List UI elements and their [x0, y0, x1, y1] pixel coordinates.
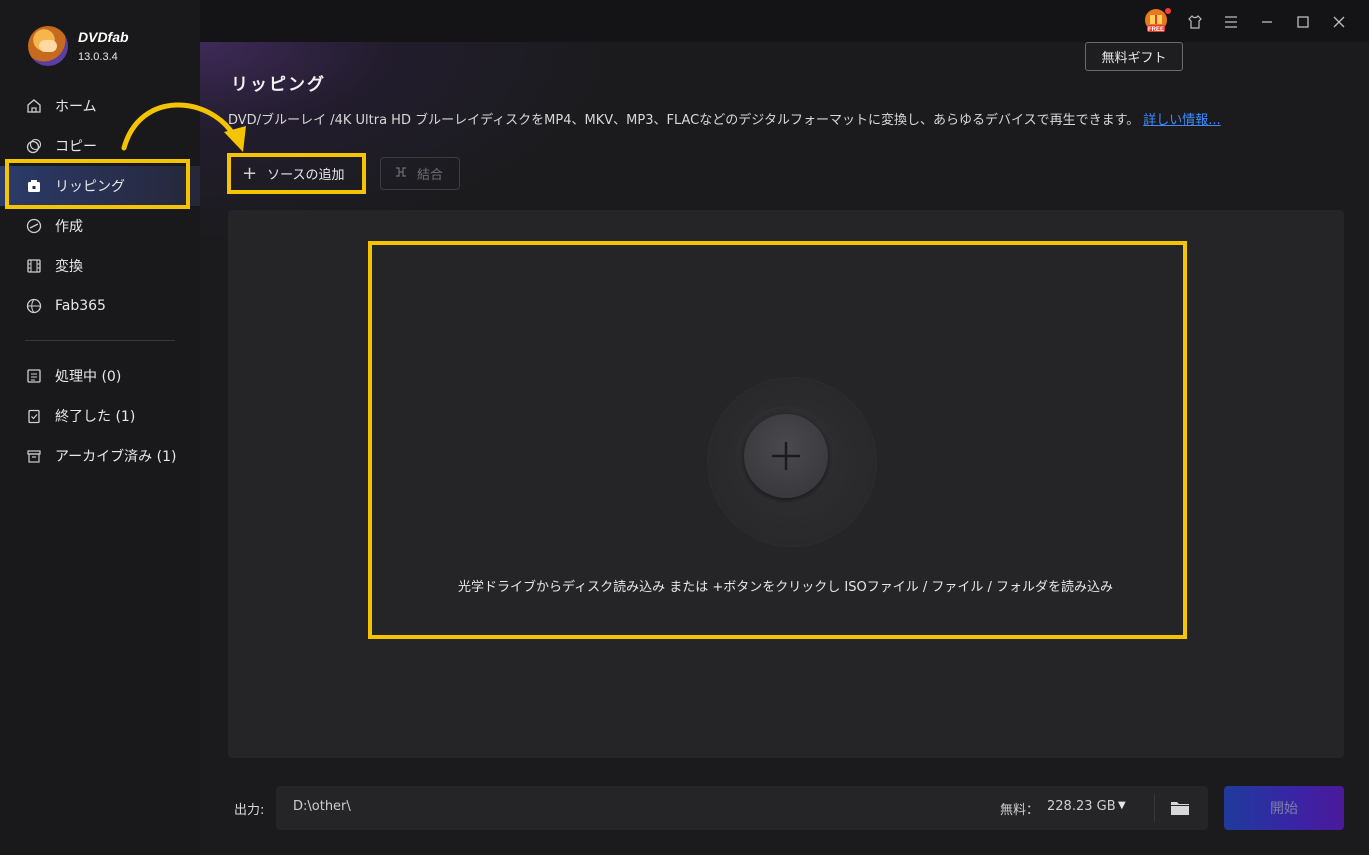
sidebar: DVDfab 13.0.3.4 ホーム コピー リッピング 作成 変換 Fab3… — [0, 0, 200, 855]
gift-tooltip: 無料ギフト — [1085, 42, 1183, 71]
finished-icon — [26, 408, 42, 424]
free-gift-button[interactable]: FREE — [1143, 8, 1173, 36]
description-text: DVD/ブルーレイ /4K Ultra HD ブルーレイディスクをMP4、MKV… — [228, 113, 1140, 128]
sidebar-item-label: コピー — [55, 139, 97, 155]
gift-badge-text: FREE — [1148, 27, 1164, 33]
merge-button[interactable]: 結合 — [380, 157, 460, 190]
monkey-logo-icon — [28, 26, 68, 66]
highlight-ripper-tab — [5, 159, 190, 209]
app-window: DVDfab 13.0.3.4 ホーム コピー リッピング 作成 変換 Fab3… — [0, 0, 1369, 855]
title-bar: FREE — [200, 0, 1369, 42]
minimize-icon — [1262, 21, 1272, 23]
sidebar-item-label: Fab365 — [55, 298, 106, 314]
folder-icon — [1171, 802, 1189, 815]
sidebar-divider — [25, 340, 175, 341]
app-logo: DVDfab 13.0.3.4 — [28, 26, 129, 66]
sidebar-item-label: 作成 — [55, 219, 83, 235]
close-button[interactable] — [1321, 9, 1357, 35]
hamburger-icon — [1225, 16, 1237, 28]
close-icon — [1333, 16, 1345, 28]
maximize-icon — [1297, 16, 1309, 28]
free-space-label: 無料： — [1000, 803, 1040, 818]
more-info-link[interactable]: 詳しい情報... — [1143, 113, 1220, 128]
sidebar-item-label: 終了した (1) — [55, 409, 136, 425]
output-separator — [1154, 795, 1155, 821]
minimize-button[interactable] — [1249, 9, 1285, 35]
output-path: D:\other\ — [293, 799, 351, 814]
sidebar-item-fab365[interactable]: Fab365 — [0, 286, 200, 326]
app-version: 13.0.3.4 — [78, 51, 118, 63]
converter-icon — [26, 258, 42, 274]
home-icon — [26, 98, 42, 114]
merge-icon — [395, 166, 407, 181]
processing-icon — [26, 368, 42, 384]
archive-icon — [26, 448, 42, 464]
sidebar-item-converter[interactable]: 変換 — [0, 246, 200, 286]
browse-folder-button[interactable] — [1170, 799, 1190, 817]
page-description: DVD/ブルーレイ /4K Ultra HD ブルーレイディスクをMP4、MKV… — [228, 109, 1221, 128]
maximize-button[interactable] — [1285, 9, 1321, 35]
start-button[interactable]: 開始 — [1224, 786, 1344, 830]
notification-dot — [1165, 8, 1171, 14]
sidebar-item-label: 処理中 (0) — [55, 369, 122, 385]
sidebar-item-processing[interactable]: 処理中 (0) — [0, 356, 200, 396]
sidebar-item-archived[interactable]: アーカイブ済み (1) — [0, 436, 200, 476]
dropdown-caret-icon[interactable]: ▼ — [1118, 800, 1126, 811]
brand-name: DVDfab — [78, 29, 129, 45]
highlight-add-source — [227, 153, 366, 194]
free-space-value: 228.23 GB — [1047, 799, 1116, 814]
sidebar-item-label: 変換 — [55, 259, 83, 275]
skin-button[interactable] — [1177, 9, 1213, 35]
copy-icon — [26, 138, 42, 154]
fab365-icon — [26, 298, 42, 314]
tshirt-icon — [1188, 14, 1202, 29]
sidebar-item-home[interactable]: ホーム — [0, 86, 200, 126]
creator-icon — [26, 218, 42, 234]
sidebar-item-label: ホーム — [55, 99, 97, 115]
page-title: リッピング — [231, 75, 326, 95]
menu-button[interactable] — [1213, 9, 1249, 35]
merge-label: 結合 — [417, 168, 444, 183]
output-label: 出力: — [234, 803, 265, 818]
sidebar-item-finished[interactable]: 終了した (1) — [0, 396, 200, 436]
sidebar-item-label: アーカイブ済み (1) — [55, 449, 177, 465]
highlight-drop-zone — [368, 241, 1187, 639]
sidebar-item-creator[interactable]: 作成 — [0, 206, 200, 246]
